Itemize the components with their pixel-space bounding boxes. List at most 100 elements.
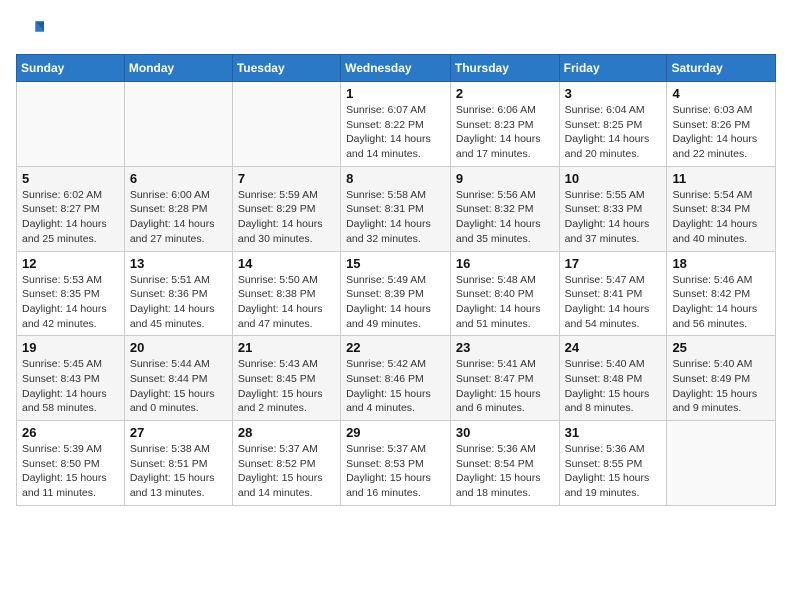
calendar-cell: 7 Sunrise: 5:59 AMSunset: 8:29 PMDaylight… bbox=[232, 166, 340, 251]
day-info: Sunrise: 6:07 AMSunset: 8:22 PMDaylight:… bbox=[346, 103, 445, 162]
day-info: Sunrise: 5:39 AMSunset: 8:50 PMDaylight:… bbox=[22, 442, 119, 501]
day-info: Sunrise: 5:38 AMSunset: 8:51 PMDaylight:… bbox=[130, 442, 227, 501]
day-info: Sunrise: 5:44 AMSunset: 8:44 PMDaylight:… bbox=[130, 357, 227, 416]
calendar-cell: 27 Sunrise: 5:38 AMSunset: 8:51 PMDayligh… bbox=[124, 421, 232, 506]
day-number: 16 bbox=[456, 256, 554, 271]
day-number: 21 bbox=[238, 340, 335, 355]
logo-icon bbox=[16, 16, 44, 44]
logo bbox=[16, 16, 48, 44]
calendar-cell: 31 Sunrise: 5:36 AMSunset: 8:55 PMDayligh… bbox=[559, 421, 667, 506]
day-info: Sunrise: 5:36 AMSunset: 8:54 PMDaylight:… bbox=[456, 442, 554, 501]
day-number: 3 bbox=[565, 86, 662, 101]
day-number: 5 bbox=[22, 171, 119, 186]
calendar-cell: 25 Sunrise: 5:40 AMSunset: 8:49 PMDayligh… bbox=[667, 336, 776, 421]
day-info: Sunrise: 5:47 AMSunset: 8:41 PMDaylight:… bbox=[565, 273, 662, 332]
weekday-header: Friday bbox=[559, 55, 667, 82]
day-number: 15 bbox=[346, 256, 445, 271]
day-number: 14 bbox=[238, 256, 335, 271]
day-info: Sunrise: 5:37 AMSunset: 8:52 PMDaylight:… bbox=[238, 442, 335, 501]
day-number: 31 bbox=[565, 425, 662, 440]
day-number: 13 bbox=[130, 256, 227, 271]
calendar-cell: 6 Sunrise: 6:00 AMSunset: 8:28 PMDaylight… bbox=[124, 166, 232, 251]
day-number: 28 bbox=[238, 425, 335, 440]
calendar-cell: 4 Sunrise: 6:03 AMSunset: 8:26 PMDaylight… bbox=[667, 82, 776, 167]
day-info: Sunrise: 5:40 AMSunset: 8:49 PMDaylight:… bbox=[672, 357, 770, 416]
day-number: 12 bbox=[22, 256, 119, 271]
calendar-cell: 13 Sunrise: 5:51 AMSunset: 8:36 PMDayligh… bbox=[124, 251, 232, 336]
day-number: 10 bbox=[565, 171, 662, 186]
day-number: 11 bbox=[672, 171, 770, 186]
day-number: 30 bbox=[456, 425, 554, 440]
calendar-cell: 29 Sunrise: 5:37 AMSunset: 8:53 PMDayligh… bbox=[341, 421, 451, 506]
day-number: 27 bbox=[130, 425, 227, 440]
day-info: Sunrise: 5:55 AMSunset: 8:33 PMDaylight:… bbox=[565, 188, 662, 247]
page-header bbox=[16, 16, 776, 44]
day-info: Sunrise: 5:54 AMSunset: 8:34 PMDaylight:… bbox=[672, 188, 770, 247]
calendar-cell: 12 Sunrise: 5:53 AMSunset: 8:35 PMDayligh… bbox=[17, 251, 125, 336]
calendar-cell: 3 Sunrise: 6:04 AMSunset: 8:25 PMDaylight… bbox=[559, 82, 667, 167]
day-info: Sunrise: 5:56 AMSunset: 8:32 PMDaylight:… bbox=[456, 188, 554, 247]
day-info: Sunrise: 6:03 AMSunset: 8:26 PMDaylight:… bbox=[672, 103, 770, 162]
calendar-cell: 10 Sunrise: 5:55 AMSunset: 8:33 PMDayligh… bbox=[559, 166, 667, 251]
day-info: Sunrise: 5:40 AMSunset: 8:48 PMDaylight:… bbox=[565, 357, 662, 416]
calendar-cell bbox=[17, 82, 125, 167]
day-info: Sunrise: 5:36 AMSunset: 8:55 PMDaylight:… bbox=[565, 442, 662, 501]
day-info: Sunrise: 5:59 AMSunset: 8:29 PMDaylight:… bbox=[238, 188, 335, 247]
day-number: 7 bbox=[238, 171, 335, 186]
day-info: Sunrise: 5:45 AMSunset: 8:43 PMDaylight:… bbox=[22, 357, 119, 416]
calendar-cell: 18 Sunrise: 5:46 AMSunset: 8:42 PMDayligh… bbox=[667, 251, 776, 336]
day-info: Sunrise: 5:46 AMSunset: 8:42 PMDaylight:… bbox=[672, 273, 770, 332]
weekday-header: Monday bbox=[124, 55, 232, 82]
weekday-header: Wednesday bbox=[341, 55, 451, 82]
calendar-cell bbox=[232, 82, 340, 167]
calendar-cell: 15 Sunrise: 5:49 AMSunset: 8:39 PMDayligh… bbox=[341, 251, 451, 336]
day-number: 6 bbox=[130, 171, 227, 186]
day-number: 19 bbox=[22, 340, 119, 355]
day-info: Sunrise: 6:04 AMSunset: 8:25 PMDaylight:… bbox=[565, 103, 662, 162]
day-number: 22 bbox=[346, 340, 445, 355]
day-info: Sunrise: 5:42 AMSunset: 8:46 PMDaylight:… bbox=[346, 357, 445, 416]
calendar-cell bbox=[124, 82, 232, 167]
calendar-cell: 2 Sunrise: 6:06 AMSunset: 8:23 PMDaylight… bbox=[450, 82, 559, 167]
calendar-cell: 1Sunrise: 6:07 AMSunset: 8:22 PMDaylight… bbox=[341, 82, 451, 167]
calendar-table: SundayMondayTuesdayWednesdayThursdayFrid… bbox=[16, 54, 776, 506]
day-info: Sunrise: 5:41 AMSunset: 8:47 PMDaylight:… bbox=[456, 357, 554, 416]
calendar-cell: 24 Sunrise: 5:40 AMSunset: 8:48 PMDayligh… bbox=[559, 336, 667, 421]
calendar-cell: 19 Sunrise: 5:45 AMSunset: 8:43 PMDayligh… bbox=[17, 336, 125, 421]
day-number: 25 bbox=[672, 340, 770, 355]
weekday-header: Tuesday bbox=[232, 55, 340, 82]
calendar-cell: 8Sunrise: 5:58 AMSunset: 8:31 PMDaylight… bbox=[341, 166, 451, 251]
calendar-cell: 26 Sunrise: 5:39 AMSunset: 8:50 PMDayligh… bbox=[17, 421, 125, 506]
day-number: 24 bbox=[565, 340, 662, 355]
calendar-cell: 14Sunrise: 5:50 AMSunset: 8:38 PMDayligh… bbox=[232, 251, 340, 336]
calendar-cell bbox=[667, 421, 776, 506]
day-info: Sunrise: 6:00 AMSunset: 8:28 PMDaylight:… bbox=[130, 188, 227, 247]
calendar-cell: 20 Sunrise: 5:44 AMSunset: 8:44 PMDayligh… bbox=[124, 336, 232, 421]
calendar-cell: 16 Sunrise: 5:48 AMSunset: 8:40 PMDayligh… bbox=[450, 251, 559, 336]
weekday-header: Thursday bbox=[450, 55, 559, 82]
day-info: Sunrise: 6:02 AMSunset: 8:27 PMDaylight:… bbox=[22, 188, 119, 247]
day-info: Sunrise: 5:53 AMSunset: 8:35 PMDaylight:… bbox=[22, 273, 119, 332]
calendar-cell: 21 Sunrise: 5:43 AMSunset: 8:45 PMDayligh… bbox=[232, 336, 340, 421]
day-number: 29 bbox=[346, 425, 445, 440]
day-info: Sunrise: 5:43 AMSunset: 8:45 PMDaylight:… bbox=[238, 357, 335, 416]
calendar-cell: 28 Sunrise: 5:37 AMSunset: 8:52 PMDayligh… bbox=[232, 421, 340, 506]
day-number: 23 bbox=[456, 340, 554, 355]
day-number: 17 bbox=[565, 256, 662, 271]
calendar-cell: 11 Sunrise: 5:54 AMSunset: 8:34 PMDayligh… bbox=[667, 166, 776, 251]
day-number: 26 bbox=[22, 425, 119, 440]
day-info: Sunrise: 5:51 AMSunset: 8:36 PMDaylight:… bbox=[130, 273, 227, 332]
day-info: Sunrise: 5:49 AMSunset: 8:39 PMDaylight:… bbox=[346, 273, 445, 332]
day-number: 4 bbox=[672, 86, 770, 101]
day-info: Sunrise: 6:06 AMSunset: 8:23 PMDaylight:… bbox=[456, 103, 554, 162]
day-number: 20 bbox=[130, 340, 227, 355]
weekday-header: Sunday bbox=[17, 55, 125, 82]
day-info: Sunrise: 5:37 AMSunset: 8:53 PMDaylight:… bbox=[346, 442, 445, 501]
day-info: Sunrise: 5:48 AMSunset: 8:40 PMDaylight:… bbox=[456, 273, 554, 332]
calendar-cell: 22 Sunrise: 5:42 AMSunset: 8:46 PMDayligh… bbox=[341, 336, 451, 421]
calendar-cell: 30 Sunrise: 5:36 AMSunset: 8:54 PMDayligh… bbox=[450, 421, 559, 506]
calendar-cell: 5 Sunrise: 6:02 AMSunset: 8:27 PMDaylight… bbox=[17, 166, 125, 251]
day-number: 2 bbox=[456, 86, 554, 101]
calendar-cell: 9Sunrise: 5:56 AMSunset: 8:32 PMDaylight… bbox=[450, 166, 559, 251]
day-number: 18 bbox=[672, 256, 770, 271]
